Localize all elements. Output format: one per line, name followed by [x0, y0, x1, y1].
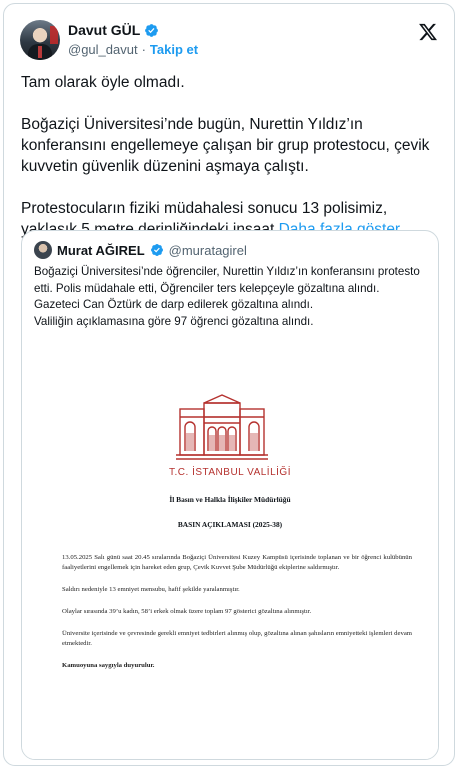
quote-author-avatar [34, 241, 52, 259]
doc-issuer: T.C. İSTANBUL VALİLİĞİ [169, 467, 291, 478]
quote-author-name: Murat AĞIREL [57, 242, 145, 258]
quoted-tweet[interactable]: Murat AĞIREL @muratagirel Boğaziçi Ünive… [21, 230, 439, 760]
quote-header: Murat AĞIREL @muratagirel [34, 241, 247, 259]
quote-line: Gazeteci Can Öztürk de darp edilerek göz… [34, 298, 314, 311]
tweet-header: Davut GÜL @gul_davut · Takip et [20, 18, 438, 62]
x-logo-icon[interactable] [418, 22, 438, 42]
author-name-row: Davut GÜL [68, 22, 159, 38]
doc-body: 13.05.2025 Salı günü saat 20.45 sıraları… [62, 553, 412, 683]
tweet-card: Davut GÜL @gul_davut · Takip et Tam olar… [3, 3, 455, 766]
author-handle-row: @gul_davut · Takip et [68, 42, 198, 57]
tweet-paragraph: Boğaziçi Üniversitesi’nde bugün, Nuretti… [21, 116, 430, 175]
author-handle[interactable]: @gul_davut [68, 42, 138, 57]
doc-paragraph: Saldırı nedeniyle 13 emniyet mensubu, ha… [62, 586, 240, 593]
author-avatar[interactable] [20, 20, 60, 60]
doc-title: BASIN AÇIKLAMASI (2025-38) [177, 520, 283, 529]
author-name[interactable]: Davut GÜL [68, 22, 140, 38]
doc-paragraph: Olaylar sırasında 39’u kadın, 58’i erkek… [62, 608, 312, 615]
quote-author-handle: @muratagirel [168, 242, 247, 258]
valilik-building-logo [176, 394, 268, 460]
doc-unit: İl Basın ve Halkla İlişkiler Müdürlüğü [169, 495, 291, 504]
follow-button[interactable]: Takip et [150, 42, 198, 57]
doc-closing: Kamuoyuna saygıyla duyurulur. [62, 662, 155, 669]
quote-line: Boğaziçi Üniversitesi’nde öğrenciler, Nu… [34, 265, 420, 295]
doc-paragraph: 13.05.2025 Salı günü saat 20.45 sıraları… [62, 554, 412, 571]
separator-dot: · [141, 42, 146, 57]
tweet-paragraph: Tam olarak öyle olmadı. [21, 74, 185, 91]
press-release-image[interactable]: T.C. İSTANBUL VALİLİĞİ İl Basın ve Halkl… [22, 371, 438, 759]
verified-badge-icon [150, 244, 163, 256]
quote-text: Boğaziçi Üniversitesi’nde öğrenciler, Nu… [34, 264, 430, 330]
doc-paragraph: Üniversite içerisinde ve çevresinde gere… [62, 630, 412, 647]
quote-line: Valiliğin açıklamasına göre 97 öğrenci g… [34, 314, 314, 328]
verified-badge-icon [145, 23, 159, 37]
tweet-text: Tam olarak öyle olmadı. Boğaziçi Ünivers… [21, 72, 441, 240]
